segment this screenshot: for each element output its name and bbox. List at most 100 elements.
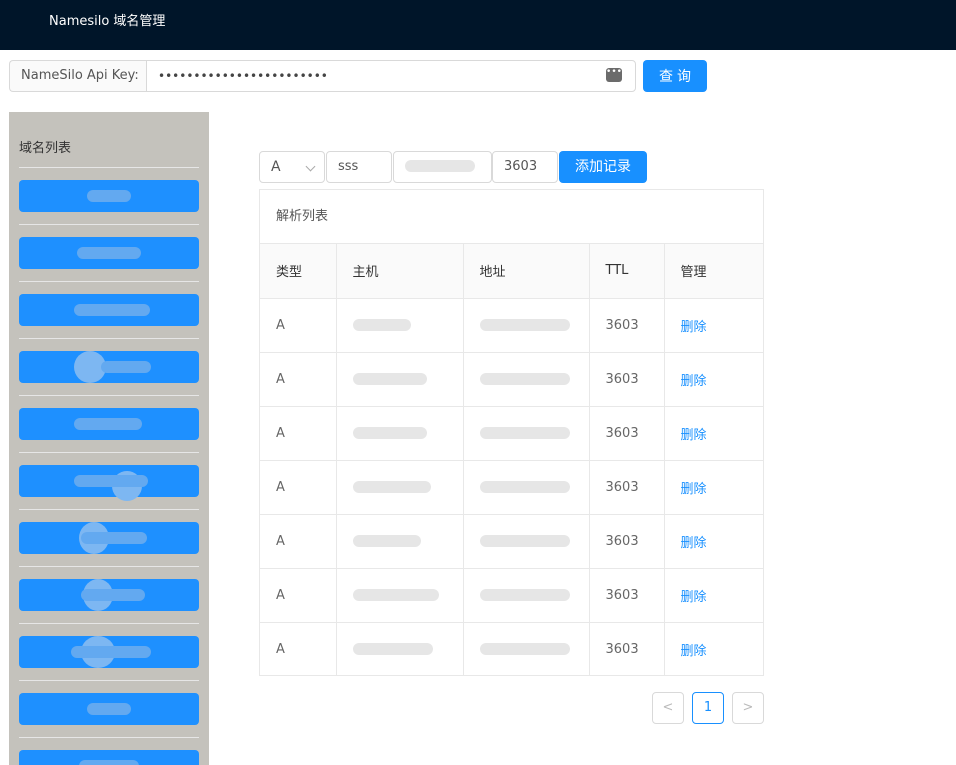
redacted-address (479, 535, 570, 547)
redacted-host (352, 589, 439, 601)
domain-button[interactable] (19, 180, 199, 212)
redacted-domain (87, 703, 131, 715)
table-row: A 3603 删除 (260, 406, 763, 461)
api-key-input[interactable] (147, 61, 635, 91)
record-address (463, 406, 590, 461)
record-type-select[interactable]: A (259, 151, 325, 183)
domain-button[interactable] (19, 579, 199, 611)
api-key-label: NameSilo Api Key: (9, 60, 146, 92)
redacted-host (352, 481, 431, 493)
record-host (336, 352, 464, 407)
record-host (336, 406, 464, 461)
redacted-domain (77, 247, 141, 259)
delete-link[interactable]: 删除 (664, 298, 763, 353)
record-address (463, 460, 590, 515)
add-record-button[interactable]: 添加记录 (559, 151, 647, 183)
divider (19, 395, 199, 396)
delete-link[interactable]: 删除 (664, 406, 763, 461)
delete-link[interactable]: 删除 (664, 352, 763, 407)
record-type: A (260, 406, 337, 461)
record-type: A (260, 298, 337, 353)
record-address (463, 622, 590, 676)
redacted-domain (81, 532, 147, 544)
divider (19, 338, 199, 339)
record-host (336, 568, 464, 623)
table-row: A 3603 删除 (260, 622, 763, 676)
divider (19, 680, 199, 681)
redacted-domain (74, 304, 150, 316)
redacted-address (405, 159, 475, 172)
domain-button[interactable] (19, 522, 199, 554)
domain-button[interactable] (19, 351, 199, 383)
table-header-row: 类型 主机 地址 TTL 管理 (260, 244, 763, 299)
redacted-host (352, 319, 411, 331)
record-type: A (260, 622, 337, 676)
record-host (336, 298, 464, 353)
record-address (463, 514, 590, 569)
domain-button[interactable] (19, 636, 199, 668)
record-ttl: 3603 (589, 622, 665, 676)
domain-button[interactable] (19, 693, 199, 725)
record-ttl: 3603 (589, 514, 665, 569)
record-host (336, 460, 464, 515)
record-ttl: 3603 (589, 406, 665, 461)
divider (19, 224, 199, 225)
top-navbar: Namesilo 域名管理 (0, 0, 956, 50)
redacted-host (352, 535, 421, 547)
delete-link[interactable]: 删除 (664, 568, 763, 623)
domain-button[interactable] (19, 294, 199, 326)
column-header: 类型 (260, 244, 337, 299)
column-header: 主机 (336, 244, 464, 299)
address-input[interactable] (393, 151, 492, 183)
redacted-domain (71, 646, 151, 658)
redacted-host (352, 643, 433, 656)
domain-button[interactable] (19, 750, 199, 765)
redacted-domain (74, 418, 142, 430)
delete-link[interactable]: 删除 (664, 514, 763, 569)
record-host (336, 622, 464, 676)
record-type: A (260, 514, 337, 569)
domain-button[interactable] (19, 408, 199, 440)
delete-link[interactable]: 删除 (664, 622, 763, 676)
pagination-page-1[interactable]: 1 (692, 692, 724, 724)
ttl-input[interactable]: 3603 (492, 151, 558, 183)
divider (19, 623, 199, 624)
table-row: A 3603 删除 (260, 568, 763, 623)
record-type: A (260, 460, 337, 515)
domain-button[interactable] (19, 465, 199, 501)
delete-link[interactable]: 删除 (664, 460, 763, 515)
api-key-field[interactable]: ••• (146, 60, 636, 92)
pagination-prev-button[interactable]: < (652, 692, 684, 724)
redacted-host (352, 427, 427, 439)
redacted-address (479, 427, 570, 439)
pagination-next-button[interactable]: > (732, 692, 764, 724)
record-ttl: 3603 (589, 352, 665, 407)
record-address (463, 568, 590, 623)
divider (19, 167, 199, 168)
record-type-value: A (271, 159, 281, 175)
redacted-address (479, 589, 570, 601)
table-row: A 3603 删除 (260, 298, 763, 353)
domain-button[interactable] (19, 237, 199, 269)
password-manager-icon[interactable]: ••• (606, 68, 622, 82)
redacted-address (479, 643, 570, 656)
record-type: A (260, 352, 337, 407)
divider (19, 509, 199, 510)
column-header: TTL (589, 244, 665, 299)
redacted-domain (79, 760, 139, 765)
redacted-domain (81, 589, 145, 601)
redacted-address (479, 373, 570, 385)
record-ttl: 3603 (589, 460, 665, 515)
redacted-domain (74, 475, 148, 487)
domain-sidebar: 域名列表 (9, 112, 209, 765)
record-address (463, 352, 590, 407)
records-table: 类型 主机 地址 TTL 管理 A 3603 删除 A 3603 删除 A 36… (260, 244, 763, 676)
host-input[interactable]: sss (326, 151, 392, 183)
query-button[interactable]: 查询 (643, 60, 707, 92)
column-header: 管理 (664, 244, 763, 299)
records-card: 解析列表 类型 主机 地址 TTL 管理 A 3603 删除 A 3603 删除… (259, 189, 764, 676)
redacted-domain (101, 361, 151, 373)
divider (19, 737, 199, 738)
chevron-down-icon (305, 161, 316, 172)
api-key-group: NameSilo Api Key: ••• (9, 60, 636, 92)
